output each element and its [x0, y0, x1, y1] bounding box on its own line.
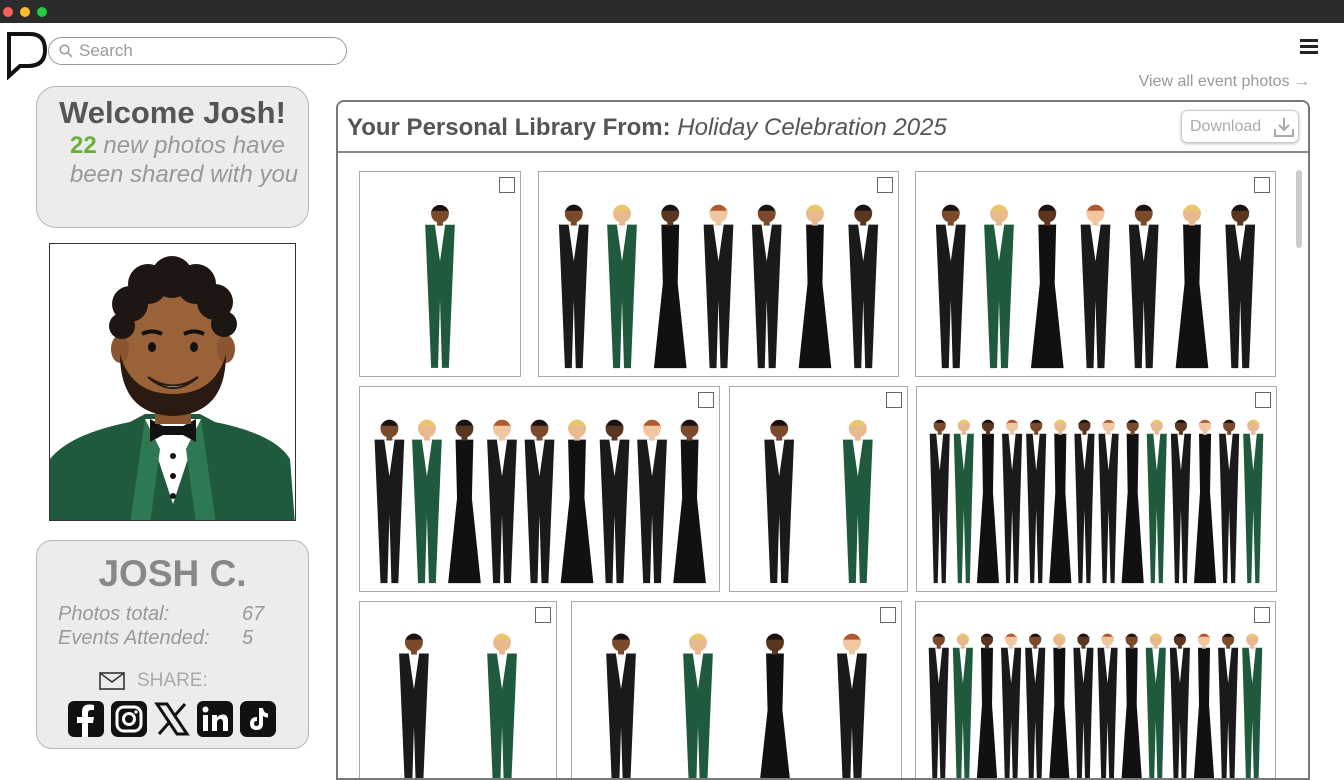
search-icon — [59, 44, 73, 58]
download-label: Download — [1190, 118, 1262, 135]
profile-portrait — [49, 243, 296, 521]
linkedin-icon[interactable] — [197, 701, 233, 737]
photo-select-checkbox[interactable] — [499, 177, 515, 193]
hamburger-menu-icon[interactable] — [1300, 38, 1320, 54]
app-logo[interactable] — [6, 30, 48, 80]
photo-thumbnail[interactable] — [538, 171, 899, 377]
welcome-message: 22 new photos have been shared with you — [70, 131, 300, 189]
photo-thumbnail[interactable] — [359, 171, 521, 377]
search-bar[interactable] — [48, 37, 347, 65]
photo-select-checkbox[interactable] — [1255, 392, 1271, 408]
social-links — [68, 701, 280, 739]
photos-total-label: Photos total: — [58, 603, 170, 625]
library-title-prefix: Your Personal Library From: — [347, 114, 671, 141]
download-button[interactable]: Download — [1181, 110, 1299, 143]
close-window-button[interactable] — [3, 7, 13, 17]
photo-thumbnail[interactable] — [915, 171, 1276, 377]
search-input[interactable] — [79, 41, 334, 61]
share-label: SHARE: — [137, 670, 208, 691]
welcome-card: Welcome Josh! 22 new photos have been sh… — [36, 86, 309, 228]
library-header: Your Personal Library From: Holiday Cele… — [338, 102, 1308, 153]
events-attended-value: 5 — [242, 627, 254, 649]
profile-card: JOSH C. Photos total: 67 Events Attended… — [36, 540, 309, 749]
photo-thumbnail[interactable] — [729, 386, 908, 592]
photo-select-checkbox[interactable] — [880, 607, 896, 623]
photo-select-checkbox[interactable] — [1254, 607, 1270, 623]
library-title: Your Personal Library From: Holiday Cele… — [347, 114, 947, 142]
photo-library-panel: Your Personal Library From: Holiday Cele… — [336, 100, 1310, 780]
photo-select-checkbox[interactable] — [877, 177, 893, 193]
window-titlebar — [0, 0, 1344, 23]
photo-select-checkbox[interactable] — [698, 392, 714, 408]
facebook-icon[interactable] — [68, 701, 104, 737]
events-attended-label: Events Attended: — [58, 627, 210, 649]
photo-thumbnail[interactable] — [359, 386, 720, 592]
photo-thumbnail[interactable] — [359, 601, 557, 778]
x-icon[interactable] — [154, 701, 190, 737]
download-icon — [1274, 118, 1294, 137]
photos-total-value: 67 — [242, 603, 265, 625]
instagram-icon[interactable] — [111, 701, 147, 737]
view-all-photos-link[interactable]: View all event photos → — [1139, 73, 1310, 91]
library-scrollbar[interactable] — [1296, 170, 1302, 248]
event-name: Holiday Celebration 2025 — [677, 114, 947, 141]
photo-select-checkbox[interactable] — [886, 392, 902, 408]
photo-select-checkbox[interactable] — [1254, 177, 1270, 193]
new-photos-count: 22 — [70, 132, 97, 159]
welcome-title: Welcome Josh! — [59, 95, 286, 130]
welcome-message-text: new photos have been shared with you — [70, 132, 299, 188]
envelope-icon — [99, 672, 125, 690]
photo-thumbnail[interactable] — [916, 386, 1277, 592]
photo-select-checkbox[interactable] — [535, 607, 551, 623]
tiktok-icon[interactable] — [240, 701, 276, 737]
photo-thumbnail[interactable] — [915, 601, 1276, 778]
profile-name: JOSH C. — [98, 553, 247, 594]
maximize-window-button[interactable] — [37, 7, 47, 17]
photo-thumbnail[interactable] — [571, 601, 902, 778]
minimize-window-button[interactable] — [20, 7, 30, 17]
